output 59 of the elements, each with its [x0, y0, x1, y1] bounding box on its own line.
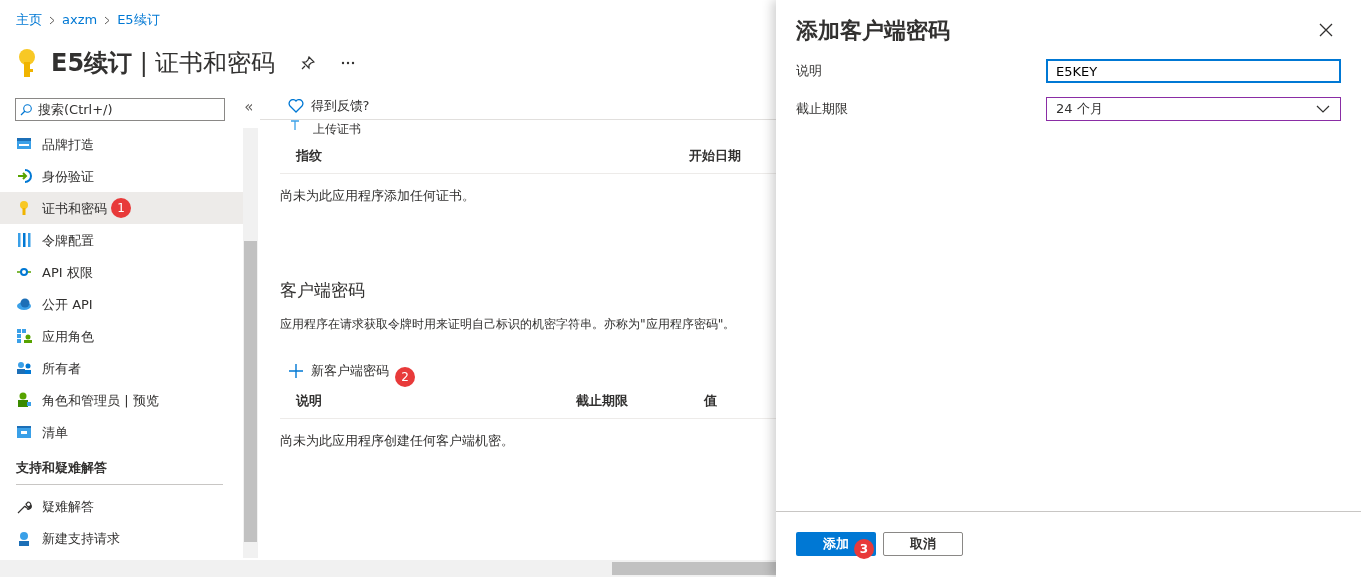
add-button[interactable]: 添加 3 [796, 532, 876, 556]
panel-title: 添加客户端密码 [796, 16, 950, 45]
sign-in-icon [16, 168, 32, 185]
sidebar-item[interactable]: 角色和管理员 | 预览 [0, 384, 243, 417]
plus-icon [288, 362, 304, 379]
upload-icon [290, 120, 300, 131]
step-badge: 3 [854, 539, 874, 559]
sidebar-item[interactable]: 身份验证 [0, 160, 243, 193]
column-header: 值 [704, 391, 718, 410]
vertical-scrollbar[interactable] [243, 128, 258, 559]
sidebar-item[interactable]: API 权限 [0, 256, 243, 289]
column-header: 指纹 [294, 147, 323, 166]
breadcrumb-link[interactable]: axzm [62, 12, 98, 27]
section-heading: 支持和疑难解答 [16, 458, 223, 485]
sidebar-item[interactable]: 品牌打造 [0, 128, 243, 161]
close-icon[interactable] [1319, 23, 1333, 37]
step-badge: 1 [111, 198, 131, 219]
upload-button[interactable]: 上传证书 [280, 120, 776, 139]
key-icon [16, 47, 38, 78]
cancel-button[interactable]: 取消 [882, 532, 963, 556]
sidebar-item[interactable]: 公开 API [0, 288, 243, 321]
breadcrumb-link[interactable]: 主页 [16, 12, 42, 27]
column-header: 开始日期 [688, 147, 742, 166]
page-title: E5续订 | 证书和密码 [51, 47, 276, 79]
dropdown-field[interactable]: 24 个月 [1046, 97, 1341, 121]
breadcrumb-link[interactable]: E5续订 [117, 12, 160, 27]
sidebar-item[interactable]: 疑难解答 [0, 490, 243, 523]
cloud-icon [16, 296, 32, 313]
sidebar-item[interactable]: 应用角色 [0, 320, 243, 353]
document-icon [16, 424, 32, 441]
people-icon [16, 360, 32, 377]
sidebar-item[interactable]: 清单 [0, 416, 243, 449]
person-icon [16, 530, 32, 547]
sidebar-item[interactable]: 令牌配置 [0, 224, 243, 257]
empty-message: 尚未为此应用程序添加任何证书。 [280, 187, 476, 206]
horizontal-scrollbar[interactable] [0, 560, 776, 577]
input-field[interactable]: E5KEY [1046, 59, 1341, 83]
heart-icon [288, 98, 304, 113]
section-heading: 客户端密码 [280, 278, 366, 302]
description-text: 应用程序在请求获取令牌时用来证明自己标识的机密字符串。亦称为"应用程序密码"。 [280, 316, 737, 334]
more-icon[interactable] [341, 60, 356, 65]
field-label: 截止期限 [796, 100, 849, 119]
collapse-button[interactable]: « [244, 95, 254, 119]
column-header: 截止期限 [576, 391, 629, 410]
search-field[interactable]: 搜索(Ctrl+/) [15, 98, 225, 122]
step-badge: 2 [395, 366, 415, 387]
pin-icon[interactable] [301, 55, 316, 70]
feedback-link[interactable]: 得到反馈? [260, 92, 776, 121]
person-icon [16, 392, 32, 409]
wrench-icon [16, 498, 32, 515]
sidebar-item[interactable]: 新建支持请求 [0, 522, 243, 555]
sidebar-item[interactable]: 所有者 [0, 352, 243, 385]
bars-icon [16, 232, 32, 249]
empty-message: 尚未为此应用程序创建任何客户端机密。 [280, 431, 515, 450]
column-header: 说明 [294, 391, 323, 410]
grid-person-icon [16, 328, 32, 345]
sidebar-item[interactable]: 证书和密码 1 [0, 192, 243, 225]
chevron-icon [1316, 105, 1330, 113]
field-label: 说明 [796, 62, 823, 81]
